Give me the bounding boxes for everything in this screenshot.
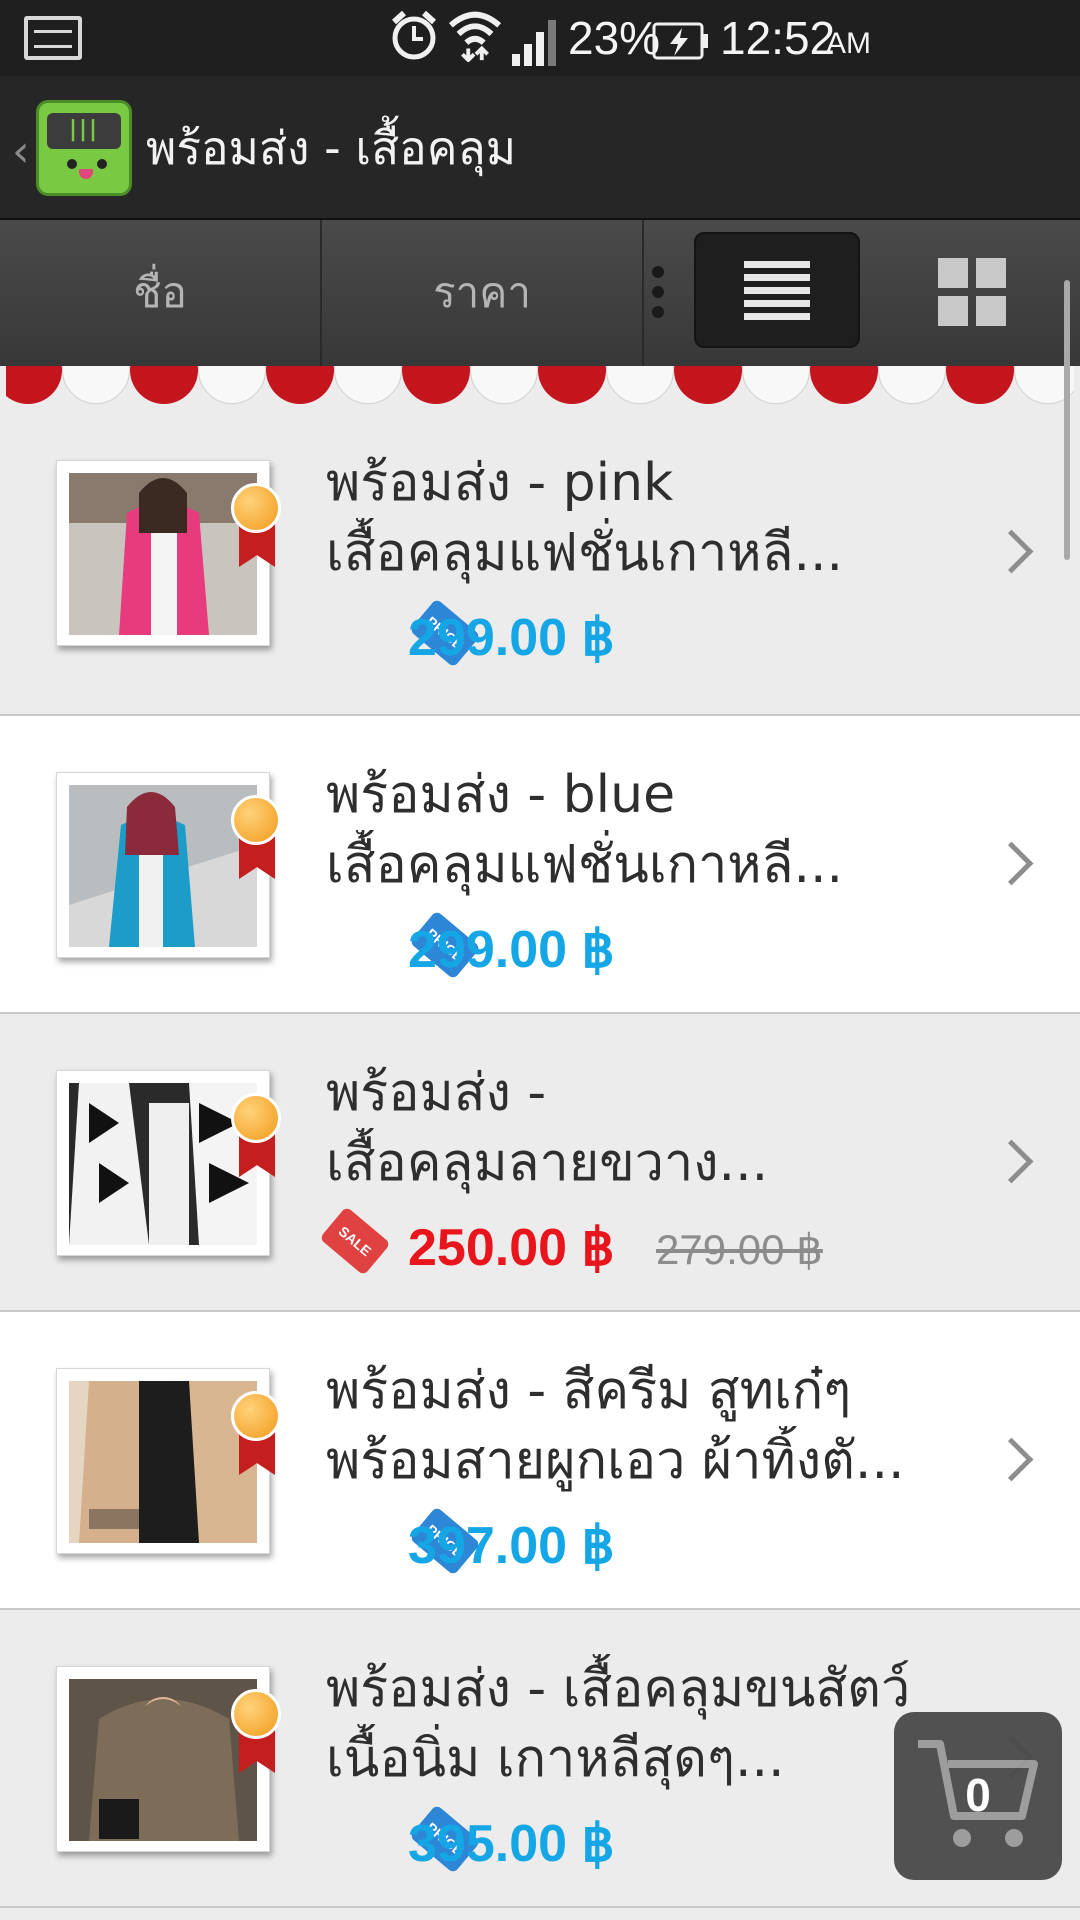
cart-count-badge: 0 — [965, 1769, 991, 1821]
awning-scallop — [606, 366, 674, 404]
awning-scallop — [62, 366, 130, 404]
product-thumbnail — [56, 1666, 281, 1852]
product-name: พร้อมส่ง - pink เสื้อคลุมแฟชั่นเกาหลี... — [326, 448, 966, 588]
awning-scallop — [266, 366, 334, 404]
product-name-line1: พร้อมส่ง - เสื้อคลุมขนสัตว์ — [326, 1659, 911, 1719]
product-price: 299.00 ฿ — [408, 921, 615, 979]
sort-by-price-button[interactable]: ราคา — [322, 220, 644, 366]
awning-scallop — [810, 366, 878, 404]
list-view-icon — [744, 255, 810, 326]
awning-scallop — [402, 366, 470, 404]
chevron-right-icon[interactable] — [996, 530, 1026, 578]
clock-ampm: AM — [826, 27, 871, 60]
award-medal-icon — [229, 1093, 285, 1183]
clock-time: 12:52 — [720, 12, 836, 64]
logo-eye — [67, 159, 77, 169]
product-name-line1: พร้อมส่ง - blue — [326, 765, 676, 825]
chevron-right-icon[interactable] — [996, 1438, 1026, 1486]
battery-charging-icon — [652, 22, 708, 60]
product-name-line2: เสื้อคลุมแฟชั่นเกาหลี... — [326, 835, 844, 895]
list-view-button[interactable] — [694, 232, 860, 348]
product-row[interactable]: พร้อมส่ง - สีครีม สูทเก๋ๆ พร้อมสายผูกเอว… — [0, 1312, 1080, 1610]
product-thumbnail — [56, 460, 281, 646]
awning-scallop — [742, 366, 810, 404]
alarm-icon — [391, 10, 437, 60]
cart-button[interactable]: 0 — [894, 1712, 1062, 1880]
award-medal-icon — [229, 795, 285, 885]
sale-tag-icon: SALE — [318, 1206, 396, 1280]
product-row[interactable]: พร้อมส่ง - pink เสื้อคลุมแฟชั่นเกาหลี...… — [0, 404, 1080, 716]
product-name-line1: พร้อมส่ง - — [326, 1063, 547, 1123]
product-name-line2: เสื้อคลุมแฟชั่นเกาหลี... — [326, 523, 844, 583]
chevron-right-icon[interactable] — [996, 1140, 1026, 1188]
divider-handle-icon — [648, 258, 668, 338]
chevron-right-icon[interactable] — [996, 842, 1026, 890]
back-chevron-icon[interactable]: ‹ — [12, 126, 30, 177]
award-medal-icon — [229, 1689, 285, 1779]
shop-awning-decoration — [6, 366, 1074, 404]
signal-icon — [512, 20, 556, 66]
product-name-line2: เสื้อคลุมลายขวาง... — [326, 1133, 769, 1193]
sort-view-bar: ชื่อ ราคา — [0, 220, 1080, 366]
awning-scallop — [878, 366, 946, 404]
grid-view-icon — [938, 258, 968, 288]
product-name: พร้อมส่ง - สีครีม สูทเก๋ๆ พร้อมสายผูกเอว… — [326, 1356, 966, 1496]
product-thumbnail — [56, 1070, 281, 1256]
awning-scallop — [334, 366, 402, 404]
grid-view-button[interactable] — [938, 258, 1006, 326]
award-medal-icon — [229, 1391, 285, 1481]
product-thumbnail — [56, 772, 281, 958]
product-name-line1: พร้อมส่ง - สีครีม สูทเก๋ๆ — [326, 1361, 852, 1421]
product-price: 397.00 ฿ — [408, 1517, 615, 1575]
action-bar: ‹ พร้อมส่ง - เสื้อคลุม — [0, 76, 1080, 220]
awning-scallop — [130, 366, 198, 404]
product-sale-price: 250.00 ฿ — [408, 1219, 615, 1277]
awning-scallop — [674, 366, 742, 404]
awning-scallop — [198, 366, 266, 404]
status-bar: 23% 12:52 AM — [0, 0, 1080, 76]
product-original-price: 279.00 ฿ — [656, 1226, 823, 1273]
screenshot-notification-icon — [24, 16, 82, 60]
page-title: พร้อมส่ง - เสื้อคลุม — [146, 121, 517, 175]
product-thumbnail — [56, 1368, 281, 1554]
awning-scallop — [470, 366, 538, 404]
product-name: พร้อมส่ง - blue เสื้อคลุมแฟชั่นเกาหลี... — [326, 760, 966, 900]
product-name-line2: เนื้อนิ่ม เกาหลีสุดๆ... — [326, 1729, 785, 1789]
award-medal-icon — [229, 483, 285, 573]
awning-scallop — [538, 366, 606, 404]
product-name: พร้อมส่ง - เสื้อคลุมลายขวาง... — [326, 1058, 966, 1198]
list-scrollbar[interactable] — [1064, 280, 1070, 560]
product-name-line1: พร้อมส่ง - pink — [326, 453, 674, 513]
product-name: พร้อมส่ง - เสื้อคลุมขนสัตว์ เนื้อนิ่ม เก… — [326, 1654, 966, 1794]
product-price: 299.00 ฿ — [408, 609, 615, 667]
product-row[interactable]: พร้อมส่ง - เสื้อคลุมลายขวาง... SALE 250.… — [0, 1014, 1080, 1312]
battery-percent: 23% — [568, 12, 661, 64]
awning-scallop — [6, 366, 62, 404]
product-row[interactable]: พร้อมส่ง - blue เสื้อคลุมแฟชั่นเกาหลี...… — [0, 716, 1080, 1014]
logo-eye — [97, 159, 107, 169]
logo-basket-lid — [47, 113, 121, 149]
awning-scallop — [946, 366, 1014, 404]
app-logo[interactable] — [36, 100, 132, 196]
product-name-line2: พร้อมสายผูกเอว ผ้าทิ้งตั... — [326, 1431, 905, 1491]
wifi-icon — [448, 11, 502, 62]
sort-by-name-button[interactable]: ชื่อ — [0, 220, 322, 366]
logo-mouth — [79, 169, 93, 179]
product-list: พร้อมส่ง - pink เสื้อคลุมแฟชั่นเกาหลี...… — [0, 404, 1080, 1908]
product-price: 395.00 ฿ — [408, 1815, 615, 1873]
